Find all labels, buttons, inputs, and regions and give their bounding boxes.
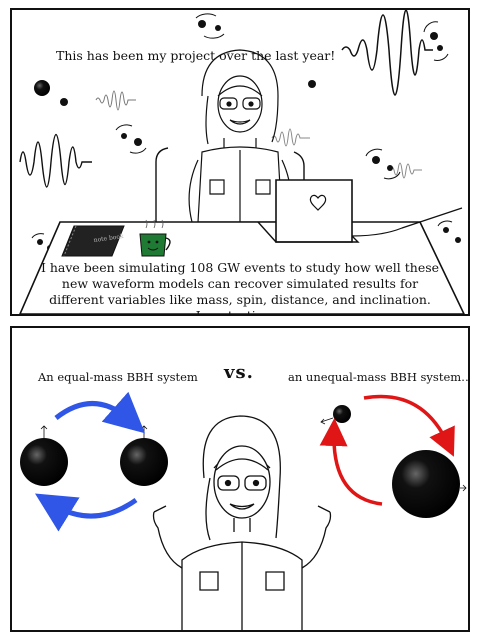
black-hole-unequal-small xyxy=(333,405,351,423)
waveform-right-large xyxy=(341,10,433,96)
binary-icon-top xyxy=(195,13,225,39)
orbit-arrow-blue-top xyxy=(54,391,145,434)
panel1-title: This has been my project over the last y… xyxy=(56,48,336,63)
caption-line-2: new waveform models can recover simulate… xyxy=(61,276,419,291)
equal-mass-system xyxy=(20,391,168,532)
black-hole-equal-left xyxy=(20,438,68,486)
orbit-arrow-blue-bottom xyxy=(34,493,138,532)
black-hole-right xyxy=(308,80,316,88)
black-hole-equal-right xyxy=(120,438,168,486)
woman-shrugging xyxy=(152,415,332,630)
orbit-arrow-red-bottom xyxy=(319,418,383,506)
vs-label: vs. xyxy=(224,362,254,383)
caption-line-1: I have been simulating 108 GW events to … xyxy=(40,260,440,275)
unequal-mass-label: an unequal-mass BBH system… xyxy=(288,370,470,384)
caption-line-3: different variables like mass, spin, dis… xyxy=(49,292,431,307)
waveform-center xyxy=(271,128,310,147)
binary-icon-topright xyxy=(423,21,449,61)
orbit-arrow-red-top xyxy=(363,394,455,457)
waveform-left xyxy=(19,134,92,188)
comic-panel-1: note book This has been my project over … xyxy=(10,8,470,316)
binary-icon-left xyxy=(115,124,147,154)
binary-icon-desk-right xyxy=(437,220,461,243)
black-hole-unequal-large xyxy=(392,450,460,518)
unequal-mass-system xyxy=(319,394,467,518)
comic-panel-2: An equal-mass BBH system vs. an unequal-… xyxy=(10,326,470,632)
waveform-right-small xyxy=(389,162,422,179)
panel1-caption: I have been simulating 108 GW events to … xyxy=(12,260,468,316)
black-hole-left xyxy=(34,80,68,106)
waveform-top-small xyxy=(95,90,136,111)
equal-mass-label: An equal-mass BBH system xyxy=(38,370,198,384)
caption-line-4: I am testing… xyxy=(195,308,285,316)
